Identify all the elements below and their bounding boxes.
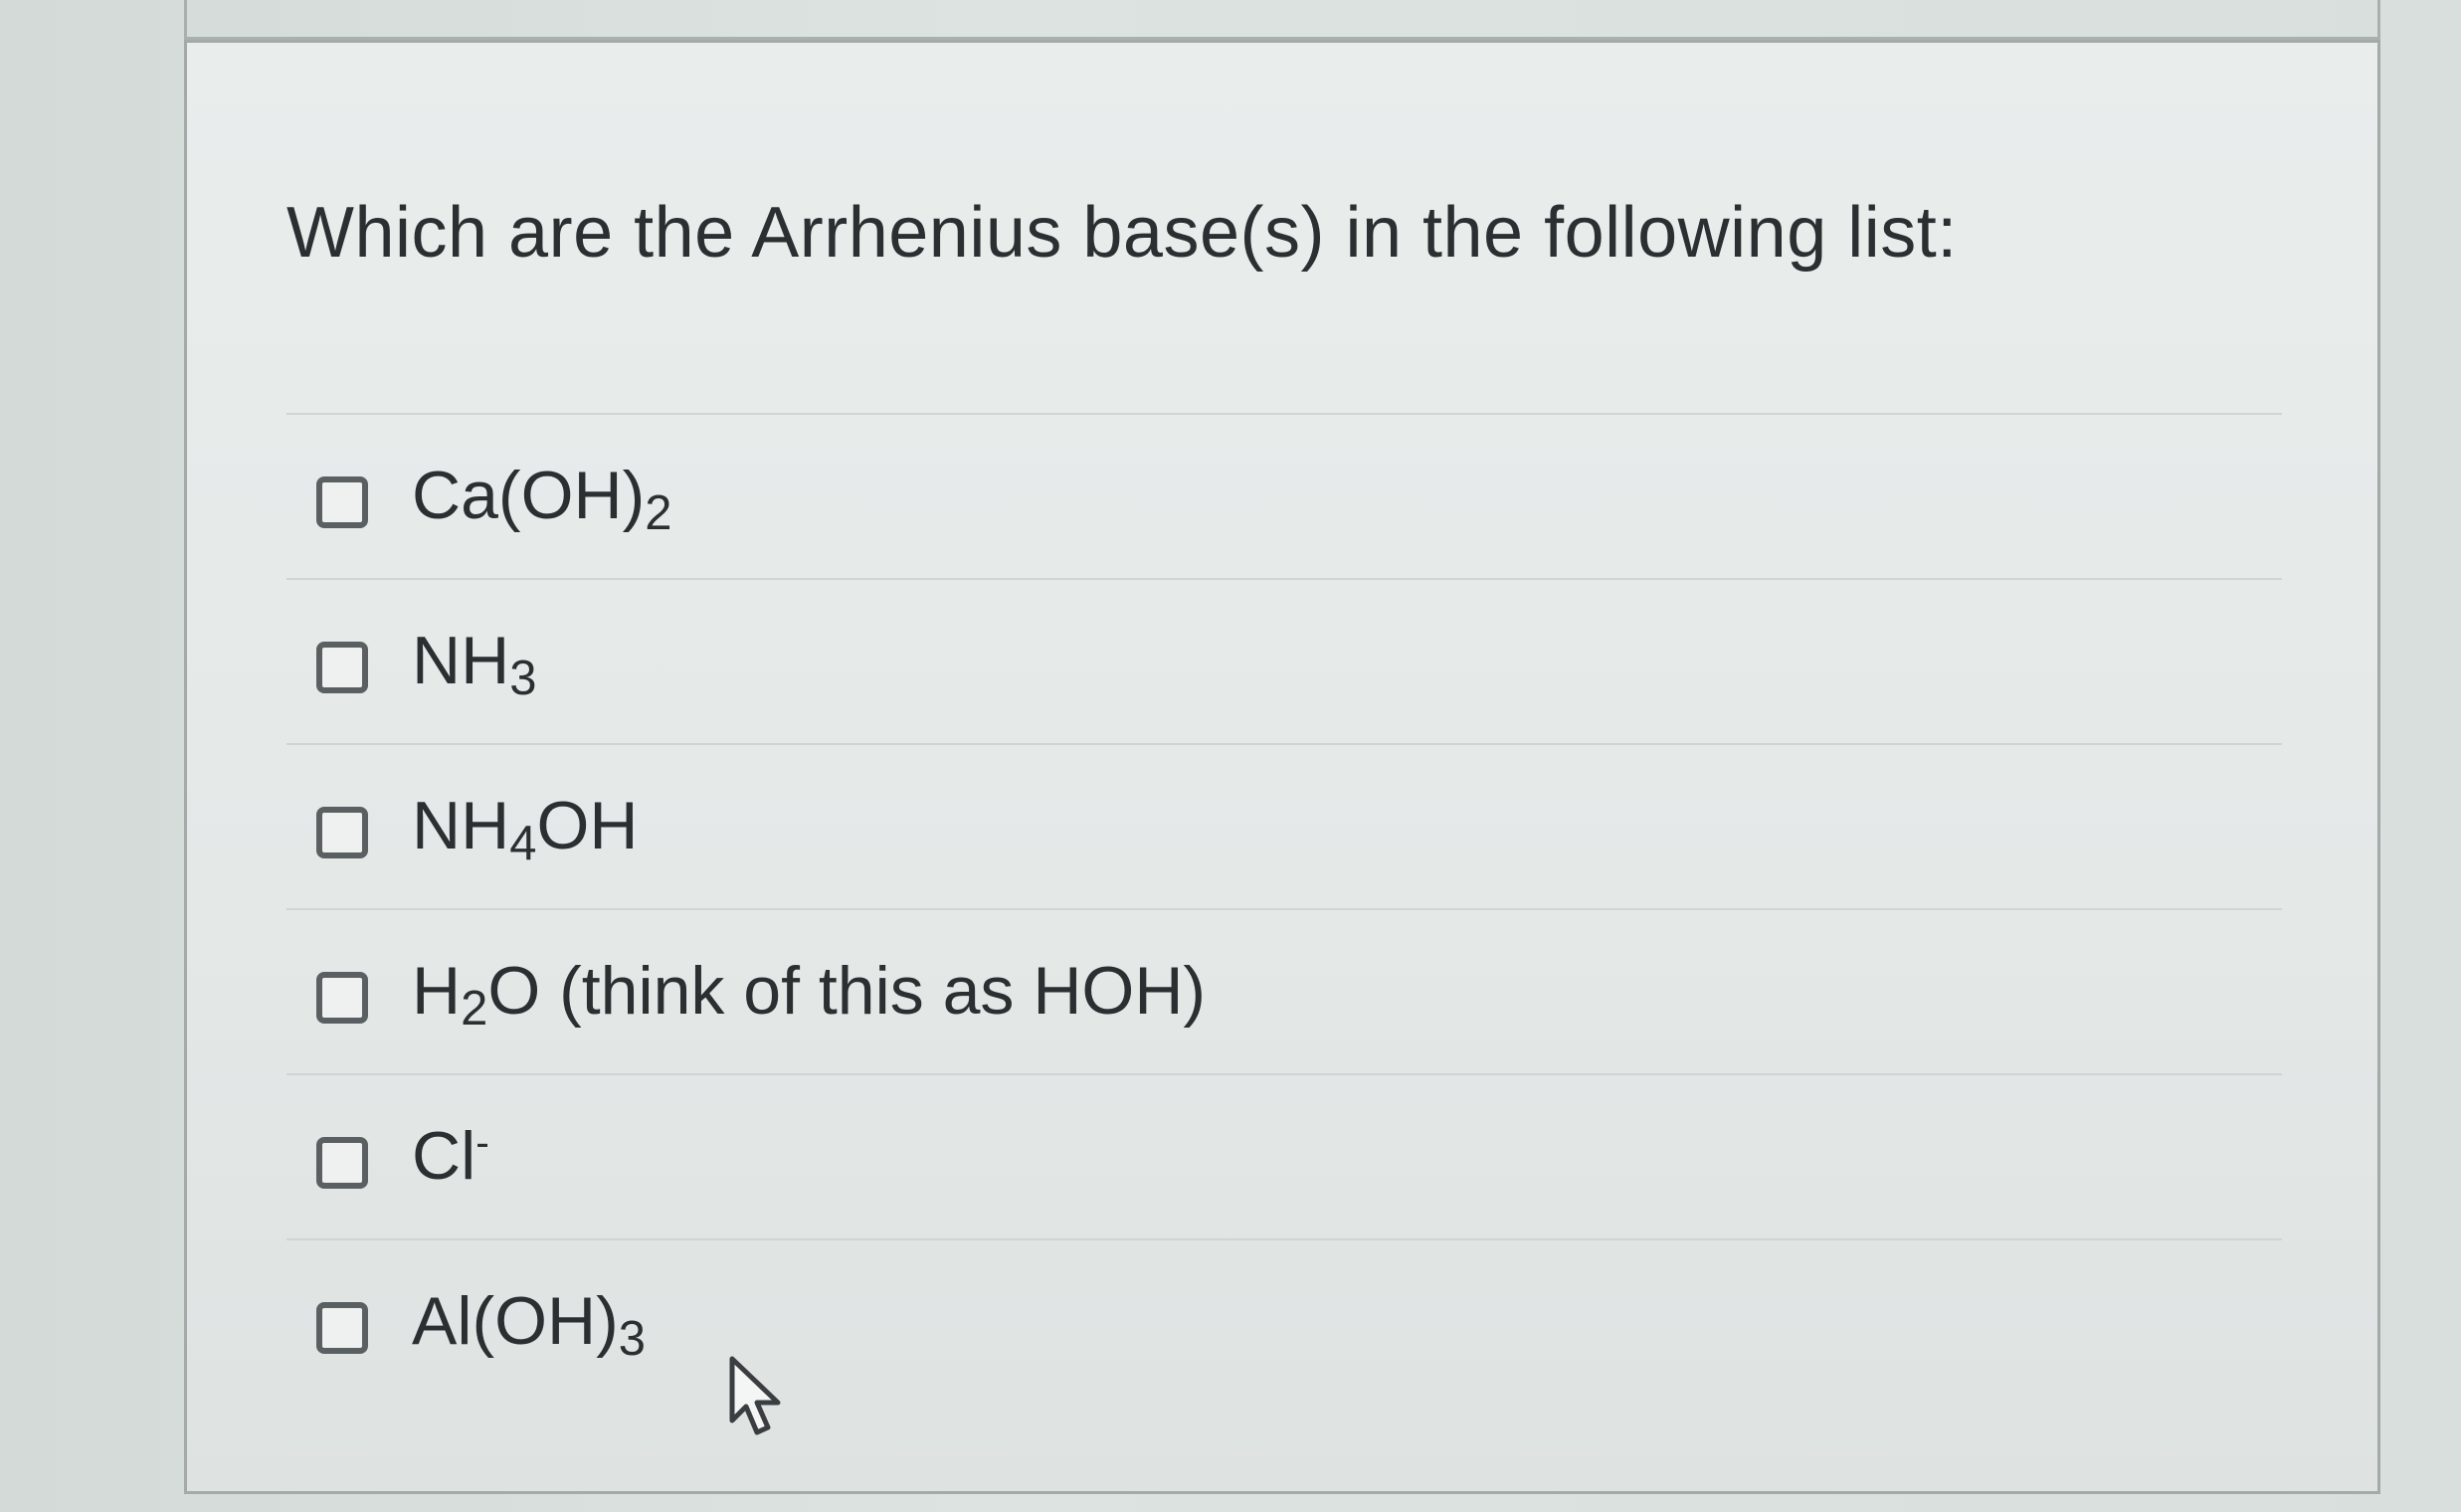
option-label[interactable]: H2O (think of this as HOH) — [412, 952, 1206, 1033]
checkbox[interactable] — [316, 1137, 368, 1189]
mouse-pointer-icon — [729, 1356, 781, 1435]
option-label[interactable]: NH3 — [412, 622, 536, 702]
top-frame-border — [184, 0, 2380, 40]
answer-option[interactable]: Al(OH)3 — [286, 1238, 2282, 1404]
checkbox[interactable] — [316, 476, 368, 528]
checkbox[interactable] — [316, 807, 368, 858]
option-label[interactable]: Cl- — [412, 1117, 489, 1195]
answer-option[interactable]: Ca(OH)2 — [286, 413, 2282, 578]
answer-option[interactable]: NH3 — [286, 578, 2282, 743]
answer-options-list: Ca(OH)2 NH3 NH4OH H2O (think of this as … — [286, 413, 2282, 1404]
checkbox[interactable] — [316, 1302, 368, 1354]
option-label[interactable]: Ca(OH)2 — [412, 457, 671, 537]
question-text: Which are the Arrhenius base(s) in the f… — [286, 193, 1958, 273]
option-label[interactable]: NH4OH — [412, 787, 638, 867]
checkbox[interactable] — [316, 642, 368, 693]
answer-option[interactable]: H2O (think of this as HOH) — [286, 908, 2282, 1073]
answer-option[interactable]: NH4OH — [286, 743, 2282, 908]
answer-option[interactable]: Cl- — [286, 1073, 2282, 1238]
checkbox[interactable] — [316, 972, 368, 1024]
question-panel: Which are the Arrhenius base(s) in the f… — [184, 40, 2380, 1494]
option-label[interactable]: Al(OH)3 — [412, 1282, 646, 1363]
